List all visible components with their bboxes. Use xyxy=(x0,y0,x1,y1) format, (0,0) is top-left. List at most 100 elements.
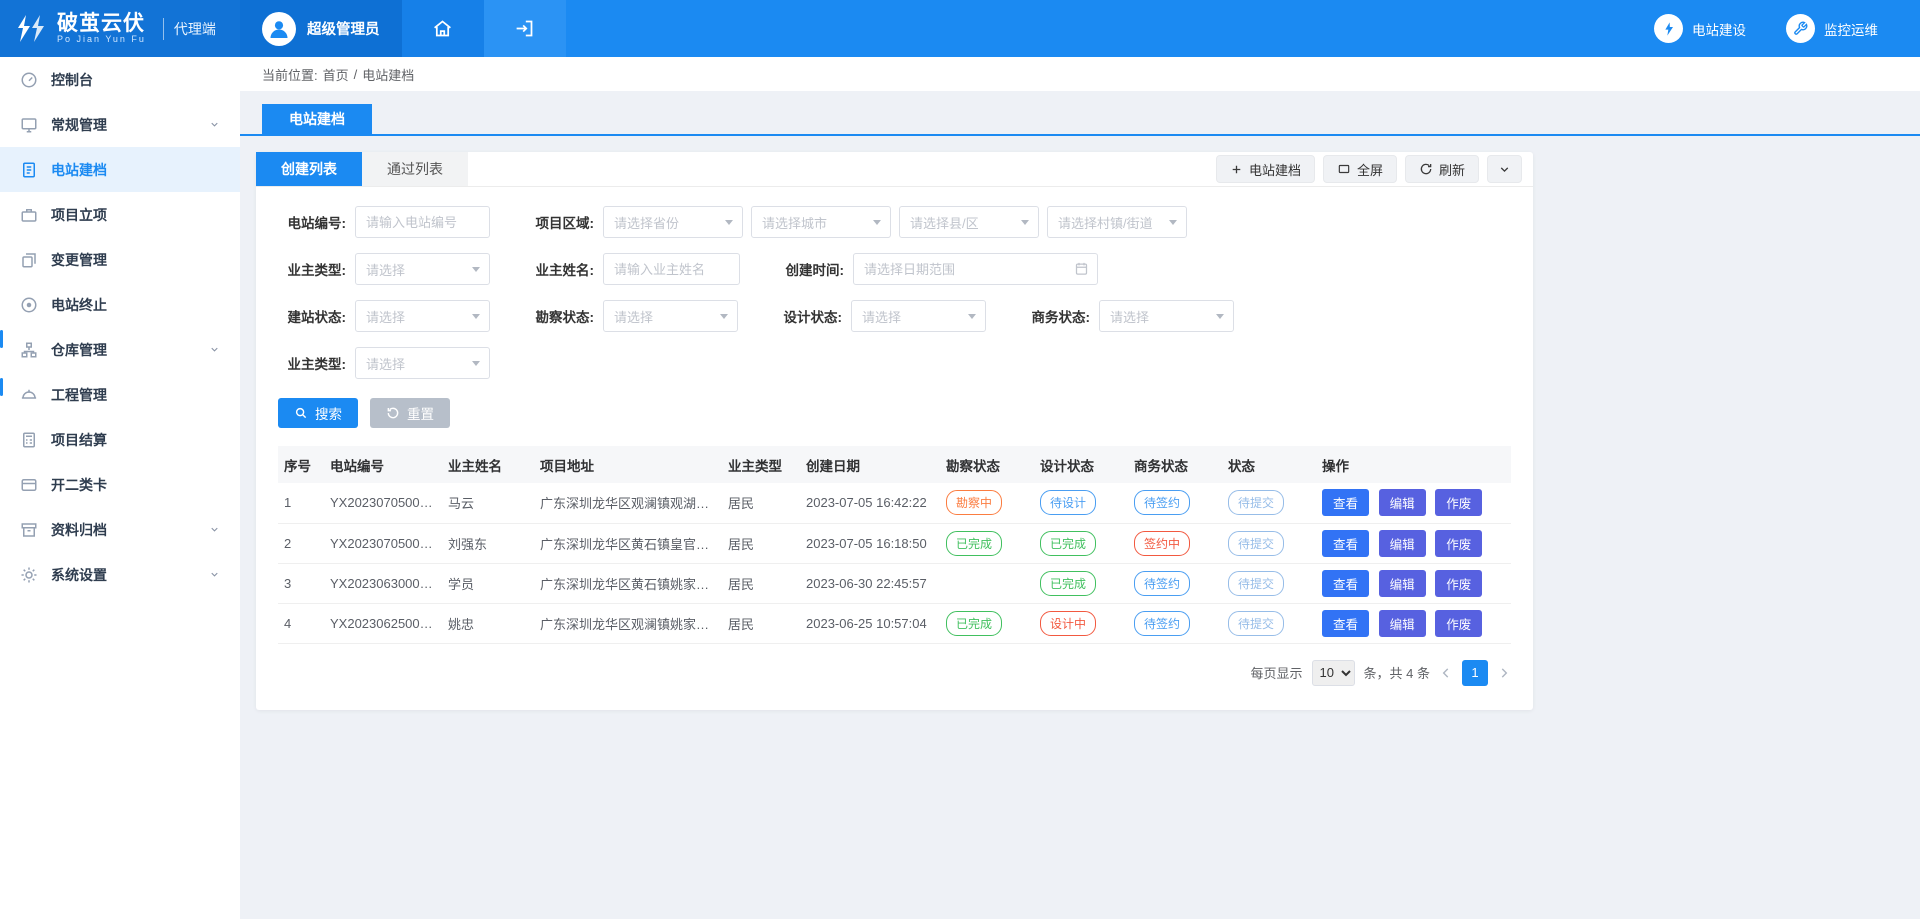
refresh-button[interactable]: 刷新 xyxy=(1405,155,1479,183)
town-select[interactable]: 请选择村镇/街道 xyxy=(1047,206,1187,238)
business-status-select[interactable]: 请选择 xyxy=(1099,300,1234,332)
sidebar-item-label: 资料归档 xyxy=(51,520,107,540)
portal-label: 代理端 xyxy=(163,18,216,40)
station-code-input[interactable] xyxy=(355,206,490,238)
tab-passed-list[interactable]: 通过列表 xyxy=(362,152,468,186)
sidebar-item-station-archive[interactable]: 电站建档 xyxy=(0,147,240,192)
edit-button[interactable]: 编辑 xyxy=(1379,610,1426,637)
logo-title: 破茧云伏 xyxy=(57,13,146,35)
sidebar-item-label: 仓库管理 xyxy=(51,340,107,360)
cell-created: 2023-06-30 22:45:57 xyxy=(800,563,940,603)
avatar xyxy=(262,12,296,46)
cell-address: 广东深圳龙华区观澜镇观湖路... xyxy=(534,483,722,523)
status-badge: 待提交 xyxy=(1228,611,1284,636)
sidebar-item-engineering-mgmt[interactable]: 工程管理 xyxy=(0,372,240,417)
void-button[interactable]: 作废 xyxy=(1435,489,1482,516)
city-select[interactable]: 请选择城市 xyxy=(751,206,891,238)
logo-text: 破茧云伏 Po Jian Yun Fu xyxy=(57,13,146,44)
page-tab-station-archive[interactable]: 电站建档 xyxy=(262,104,372,134)
filter-actions: 搜索 重置 xyxy=(256,394,1533,428)
view-button[interactable]: 查看 xyxy=(1322,610,1369,637)
table-row: 4 YX2023062500004 姚忠 广东深圳龙华区观澜镇姚家庄... 居民… xyxy=(278,603,1511,643)
wrench-icon xyxy=(1786,14,1815,43)
build-status-label: 建站状态: xyxy=(278,306,346,326)
chevron-down-icon xyxy=(1021,220,1029,225)
sidebar-item-change-mgmt[interactable]: 变更管理 xyxy=(0,237,240,282)
page-tab-strip: 电站建档 xyxy=(240,104,1920,136)
sidebar-scrollbar[interactable] xyxy=(0,378,3,396)
user-menu[interactable]: 超级管理员 xyxy=(240,0,402,57)
tab-create-list[interactable]: 创建列表 xyxy=(256,152,362,186)
sidebar-item-project-init[interactable]: 项目立项 xyxy=(0,192,240,237)
owner-name-input[interactable] xyxy=(603,253,740,285)
cell-code: YX2023070500010 xyxy=(324,523,442,563)
reset-button[interactable]: 重置 xyxy=(370,398,450,428)
sidebar-item-dashboard[interactable]: 控制台 xyxy=(0,57,240,102)
province-select[interactable]: 请选择省份 xyxy=(603,206,743,238)
stations-table: 序号 电站编号 业主姓名 项目地址 业主类型 创建日期 勘察状态 设计状态 商务… xyxy=(278,446,1511,644)
breadcrumb-home[interactable]: 首页 xyxy=(323,65,349,84)
page-number[interactable]: 1 xyxy=(1462,660,1488,686)
search-icon xyxy=(294,406,308,420)
nav-station-build[interactable]: 电站建设 xyxy=(1654,14,1746,43)
owner-type-select[interactable]: 请选择 xyxy=(355,253,490,285)
status-badge: 勘察中 xyxy=(946,490,1002,515)
cell-type: 居民 xyxy=(722,523,800,563)
logout-button[interactable] xyxy=(484,0,566,57)
date-range-input[interactable] xyxy=(853,253,1098,285)
void-button[interactable]: 作废 xyxy=(1435,530,1482,557)
build-status-select[interactable]: 请选择 xyxy=(355,300,490,332)
main-content: 当前位置: 首页 / 电站建档 电站建档 创建列表 通过列表 电站建档 xyxy=(240,57,1920,919)
search-button[interactable]: 搜索 xyxy=(278,398,358,428)
sidebar-item-label: 工程管理 xyxy=(51,385,107,405)
view-button[interactable]: 查看 xyxy=(1322,570,1369,597)
logo-section: 破茧云伏 Po Jian Yun Fu 代理端 xyxy=(0,0,240,57)
col-seq: 序号 xyxy=(278,446,324,483)
status-badge: 签约中 xyxy=(1134,531,1190,556)
chevron-down-icon xyxy=(725,220,733,225)
status-badge: 待提交 xyxy=(1228,490,1284,515)
user-name: 超级管理员 xyxy=(307,18,380,39)
sidebar-item-warehouse-mgmt[interactable]: 仓库管理 xyxy=(0,327,240,372)
sidebar-item-data-archive[interactable]: 资料归档 xyxy=(0,507,240,552)
create-station-button[interactable]: 电站建档 xyxy=(1216,155,1315,183)
void-button[interactable]: 作废 xyxy=(1435,610,1482,637)
chevron-down-icon xyxy=(209,119,220,130)
sidebar-item-system-settings[interactable]: 系统设置 xyxy=(0,552,240,597)
home-button[interactable] xyxy=(402,0,484,57)
sidebar-item-label: 开二类卡 xyxy=(51,475,107,495)
sidebar-item-general-mgmt[interactable]: 常规管理 xyxy=(0,102,240,147)
view-button[interactable]: 查看 xyxy=(1322,489,1369,516)
breadcrumb-separator: / xyxy=(354,67,358,82)
sidebar-scrollbar[interactable] xyxy=(0,330,3,348)
view-button[interactable]: 查看 xyxy=(1322,530,1369,557)
create-time-label: 创建时间: xyxy=(776,259,844,279)
col-code: 电站编号 xyxy=(324,446,442,483)
document-icon xyxy=(20,161,38,179)
nav-monitor-ops-label: 监控运维 xyxy=(1824,19,1878,39)
void-button[interactable]: 作废 xyxy=(1435,570,1482,597)
cell-seq: 1 xyxy=(278,483,324,523)
prev-page-button[interactable] xyxy=(1439,666,1453,680)
collapse-button[interactable] xyxy=(1487,155,1522,183)
design-status-select[interactable]: 请选择 xyxy=(851,300,986,332)
station-code-label: 电站编号: xyxy=(278,212,346,232)
cell-type: 居民 xyxy=(722,483,800,523)
edit-button[interactable]: 编辑 xyxy=(1379,570,1426,597)
owner-type2-select[interactable]: 请选择 xyxy=(355,347,490,379)
edit-button[interactable]: 编辑 xyxy=(1379,530,1426,557)
cell-address: 广东深圳龙华区黄石镇皇官大... xyxy=(534,523,722,563)
sidebar-item-type2-card[interactable]: 开二类卡 xyxy=(0,462,240,507)
survey-status-select[interactable]: 请选择 xyxy=(603,300,738,332)
panel-tabs-row: 创建列表 通过列表 电站建档 全屏 xyxy=(256,152,1533,187)
cell-survey-empty xyxy=(940,563,1034,603)
sidebar-item-project-settlement[interactable]: 项目结算 xyxy=(0,417,240,462)
per-page-select[interactable]: 10 xyxy=(1312,660,1355,686)
fullscreen-button[interactable]: 全屏 xyxy=(1323,155,1397,183)
sidebar-item-station-terminate[interactable]: 电站终止 xyxy=(0,282,240,327)
next-page-button[interactable] xyxy=(1497,666,1511,680)
edit-button[interactable]: 编辑 xyxy=(1379,489,1426,516)
col-business: 商务状态 xyxy=(1128,446,1222,483)
nav-monitor-ops[interactable]: 监控运维 xyxy=(1786,14,1878,43)
county-select[interactable]: 请选择县/区 xyxy=(899,206,1039,238)
